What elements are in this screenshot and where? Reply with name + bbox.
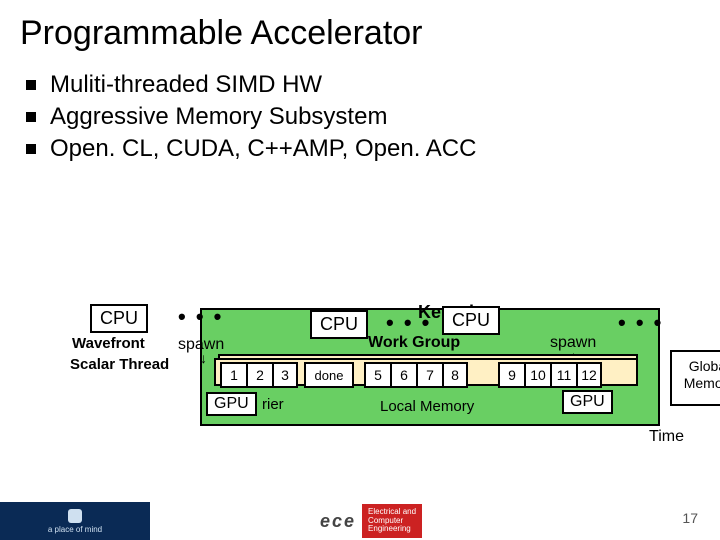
cell: 7 <box>416 362 442 388</box>
cell: 2 <box>246 362 272 388</box>
kernel-diagram: Kernel CPU • • • CPU • • • CPU • • • Wor… <box>70 280 680 460</box>
cpu-box-2: CPU <box>310 310 368 339</box>
bullet-1: Muliti-threaded SIMD HW <box>26 71 700 99</box>
dots-2: • • • <box>386 310 431 336</box>
bullet-text: Aggressive Memory Subsystem <box>50 103 387 131</box>
local-memory-label: Local Memory <box>380 398 474 415</box>
global-memory-box: Global Memory <box>670 350 720 406</box>
ece-text: ece <box>320 511 356 532</box>
gpu-box-left: GPU <box>206 392 257 416</box>
footer: a place of mind ece Electrical andComput… <box>0 502 720 540</box>
cpu-box-3: CPU <box>442 306 500 335</box>
cell: 8 <box>442 362 468 388</box>
cell: 9 <box>498 362 524 388</box>
thread-cells-b: 5 6 7 8 <box>364 362 468 388</box>
cell: 3 <box>272 362 298 388</box>
dots-1: • • • <box>178 304 223 330</box>
time-axis-label: Time <box>649 428 684 446</box>
done-box: done <box>304 362 354 388</box>
ece-tag: Electrical andComputerEngineering <box>362 504 422 538</box>
dots-3: • • • <box>618 310 663 336</box>
cell: 6 <box>390 362 416 388</box>
cell: 11 <box>550 362 576 388</box>
thread-cells-a: 1 2 3 <box>220 362 298 388</box>
cpu-box-1: CPU <box>90 304 148 333</box>
cell: 12 <box>576 362 602 388</box>
bullet-icon <box>26 112 36 122</box>
gpu-box-right: GPU <box>562 390 613 414</box>
bullet-icon <box>26 80 36 90</box>
global-memory-line2: Memory <box>684 375 720 391</box>
slide-title: Programmable Accelerator <box>20 14 700 53</box>
bullet-icon <box>26 144 36 154</box>
down-arrow-icon: ↓ <box>200 350 207 366</box>
wavefront-label: Wavefront <box>72 335 145 352</box>
bullet-2: Aggressive Memory Subsystem <box>26 103 700 131</box>
cell: 5 <box>364 362 390 388</box>
scalar-thread-label: Scalar Thread <box>70 356 169 373</box>
bullet-list: Muliti-threaded SIMD HW Aggressive Memor… <box>26 71 700 163</box>
cell: 1 <box>220 362 246 388</box>
global-memory-line1: Global <box>689 358 720 374</box>
bullet-text: Muliti-threaded SIMD HW <box>50 71 322 99</box>
work-group-label: Work Group <box>368 334 460 352</box>
ubc-badge: a place of mind <box>0 502 150 540</box>
bullet-3: Open. CL, CUDA, C++AMP, Open. ACC <box>26 135 700 163</box>
ece-logo: ece Electrical andComputerEngineering <box>320 502 422 540</box>
crest-icon <box>68 509 82 523</box>
cell: 10 <box>524 362 550 388</box>
barrier-fragment: rier <box>262 396 284 413</box>
bullet-text: Open. CL, CUDA, C++AMP, Open. ACC <box>50 135 476 163</box>
thread-cells-c: 9 10 11 12 <box>498 362 602 388</box>
ubc-tagline: a place of mind <box>48 525 102 534</box>
